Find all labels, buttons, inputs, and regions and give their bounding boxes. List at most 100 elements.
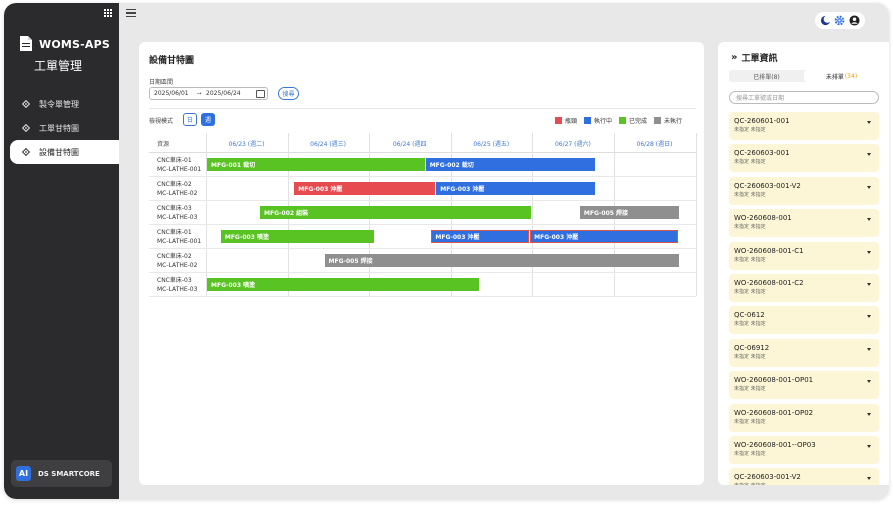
grid-icon[interactable] — [104, 9, 112, 17]
caret-down-icon[interactable] — [867, 380, 871, 384]
work-order-code: QC-260603-001-V2 — [734, 181, 801, 190]
resource-code: MC-LATHE-03 — [157, 286, 198, 293]
sidebar-item-work-order-gantt[interactable]: 工單甘特圖 — [10, 116, 119, 140]
work-order-search-input[interactable]: 搜尋工單號或日期 — [729, 91, 879, 104]
legend-label: 未執行 — [664, 118, 683, 125]
gear-icon[interactable] — [834, 15, 845, 26]
gantt-bar-pending[interactable]: MFG-005 焊接 — [579, 206, 680, 219]
work-order-list: QC-260601-001 未指定 未指定 QC-260603-001 未指定 未指定… — [729, 112, 879, 485]
resource-name: CNC車床-03 — [157, 277, 192, 284]
user-icon[interactable] — [849, 15, 860, 26]
work-order-item[interactable]: WO-260608-001--OP03 未指定 未指定 — [729, 435, 879, 464]
footer-label: DS SMARTCORE — [38, 469, 100, 478]
caret-down-icon[interactable] — [867, 315, 871, 319]
resource-code: MC-LATHE-02 — [157, 190, 198, 197]
work-order-item[interactable]: QC-260603-001-V2未指定 未指定 — [729, 176, 879, 205]
gantt-bar-completed[interactable]: MFG-003 噴塗 — [207, 278, 479, 291]
divider — [149, 108, 696, 109]
legend-swatch — [584, 117, 592, 124]
gantt-day-header: 06/23 (週二) — [228, 141, 265, 148]
resource-label: CNC車床-01 MC-LATHE-001 — [157, 156, 201, 174]
brand-subtitle: 工單管理 — [34, 59, 83, 73]
sidebar-item-equipment-gantt[interactable]: 設備甘特圖 — [10, 140, 119, 164]
legend-item-completed: 已完成 — [619, 116, 647, 125]
work-order-code: WO-260608-001 — [734, 214, 792, 223]
work-order-item[interactable]: QC-260601-001 未指定 未指定 — [729, 112, 879, 140]
caret-down-icon[interactable] — [867, 250, 871, 254]
gantt-bar-completed[interactable]: MFG-002 組裝 — [260, 206, 531, 219]
work-order-item[interactable]: QC-0612 未指定 未指定 — [729, 306, 879, 335]
gantt-bar-running[interactable]: MFG-003 沖壓 — [436, 182, 596, 195]
work-order-code: WO-260608-001-C2 — [734, 278, 804, 287]
caret-down-icon[interactable] — [867, 477, 871, 481]
panel-title: » 工單資訊 — [731, 51, 777, 64]
work-order-item[interactable]: WO-260608-001-OP01 未指定 未指定 — [729, 371, 879, 400]
caret-down-icon[interactable] — [867, 121, 871, 124]
work-order-item[interactable]: QC-260603-001-V2未指定 未指定 — [729, 468, 879, 485]
gantt-bar-running[interactable]: MFG-003 沖壓 — [530, 230, 678, 243]
resource-label: CNC車床-02 MC-LATHE-02 — [157, 180, 197, 198]
caret-down-icon[interactable] — [867, 444, 871, 448]
legend-label: 執行中 — [594, 118, 613, 125]
caret-down-icon[interactable] — [867, 185, 871, 189]
sidebar: WOMS-APS 工單管理 製令單管理 工單甘特圖 設備甘特圖 AI DS SM… — [4, 3, 119, 499]
work-order-item[interactable]: WO-260608-001-OP02 未指定 未指定 — [729, 403, 879, 432]
gantt-row: CNC車床-01 MC-LATHE-001 MFG-003 噴塗 MFG-003 沖壓… — [149, 225, 696, 249]
sidebar-item-manufacturing-orders[interactable]: 製令單管理 — [10, 92, 119, 116]
work-order-item[interactable]: QC-06912 未指定 未指定 — [729, 338, 879, 367]
tab-label: 未排單 — [825, 73, 844, 81]
resource-label: CNC車床-01 MC-LATHE-001 — [157, 228, 201, 246]
brand-footer: AI DS SMARTCORE — [11, 460, 112, 487]
work-order-item[interactable]: WO-260608-001-C1 未指定 未指定 — [729, 241, 879, 270]
gantt-bar-bottleneck[interactable]: MFG-003 沖壓 — [294, 182, 436, 195]
caret-down-icon[interactable] — [867, 412, 871, 416]
top-icons — [815, 12, 865, 29]
gantt-bar-pending[interactable]: MFG-005 焊接 — [324, 254, 680, 267]
work-order-item[interactable]: WO-260608-001 未指定 未指定 — [729, 209, 879, 238]
gantt-row: CNC車床-02 MC-LATHE-02 MFG-005 焊接 — [149, 249, 696, 273]
moon-icon[interactable] — [820, 15, 831, 26]
date-end[interactable]: 2025/06/24 — [206, 90, 246, 97]
gantt-day-header: 06/25 (週五) — [473, 141, 510, 148]
date-range-picker[interactable]: 2025/06/01 → 2025/06/24 — [149, 87, 268, 100]
arrow-right-icon: → — [196, 90, 202, 97]
panel-title-text: 工單資訊 — [741, 54, 778, 64]
work-order-code: QC-260601-001 — [734, 117, 790, 125]
resource-code: MC-LATHE-001 — [157, 166, 202, 173]
work-order-code: WO-260608-001-OP01 — [734, 376, 814, 385]
search-button[interactable]: 搜尋 — [278, 87, 299, 100]
gantt-bar-completed[interactable]: MFG-001 裁切 — [207, 158, 425, 171]
work-order-meta: 未指定 未指定 — [734, 353, 766, 360]
work-order-code: QC-0612 — [734, 311, 765, 320]
work-order-item[interactable]: QC-260603-001 未指定 未指定 — [729, 144, 879, 173]
view-day-button[interactable]: 日 — [183, 113, 197, 126]
work-order-meta: 未指定 未指定 — [734, 386, 766, 393]
date-start[interactable]: 2025/06/01 — [154, 90, 192, 97]
work-order-item[interactable]: WO-260608-001-C2 未指定 未指定 — [729, 273, 879, 302]
view-week-button[interactable]: 週 — [201, 113, 215, 126]
diamond-icon — [22, 148, 30, 156]
work-order-code: QC-260603-001 — [734, 149, 790, 158]
caret-down-icon[interactable] — [867, 282, 871, 286]
work-order-code: WO-260608-001--OP03 — [734, 440, 816, 449]
legend-item-pending: 未執行 — [654, 116, 682, 125]
menu-icon[interactable] — [126, 9, 136, 17]
resource-name: CNC車床-01 — [157, 229, 192, 236]
caret-down-icon[interactable] — [867, 153, 871, 157]
legend-swatch — [654, 117, 662, 124]
work-order-code: QC-06912 — [734, 343, 770, 352]
tab-unscheduled[interactable]: 未排單 (34) — [804, 70, 879, 82]
tab-scheduled[interactable]: 已排單(8) — [729, 70, 804, 82]
double-chevron-right-icon[interactable]: » — [731, 52, 737, 63]
gantt-bar-running[interactable]: MFG-002 裁切 — [425, 158, 596, 171]
caret-down-icon[interactable] — [867, 218, 871, 222]
app-window: WOMS-APS 工單管理 製令單管理 工單甘特圖 設備甘特圖 AI DS SM… — [4, 3, 889, 499]
work-order-panel: » 工單資訊 已排單(8) 未排單 (34) 搜尋工單號或日期 QC-26060… — [718, 42, 889, 485]
calendar-icon[interactable] — [256, 90, 265, 98]
caret-down-icon[interactable] — [867, 347, 871, 351]
resource-name: CNC車床-02 — [157, 253, 192, 260]
work-order-code: WO-260608-001-C1 — [734, 246, 804, 255]
document-icon — [20, 36, 32, 51]
gantt-bar-running[interactable]: MFG-003 沖壓 — [431, 230, 530, 243]
gantt-bar-completed[interactable]: MFG-003 噴塗 — [220, 230, 375, 243]
